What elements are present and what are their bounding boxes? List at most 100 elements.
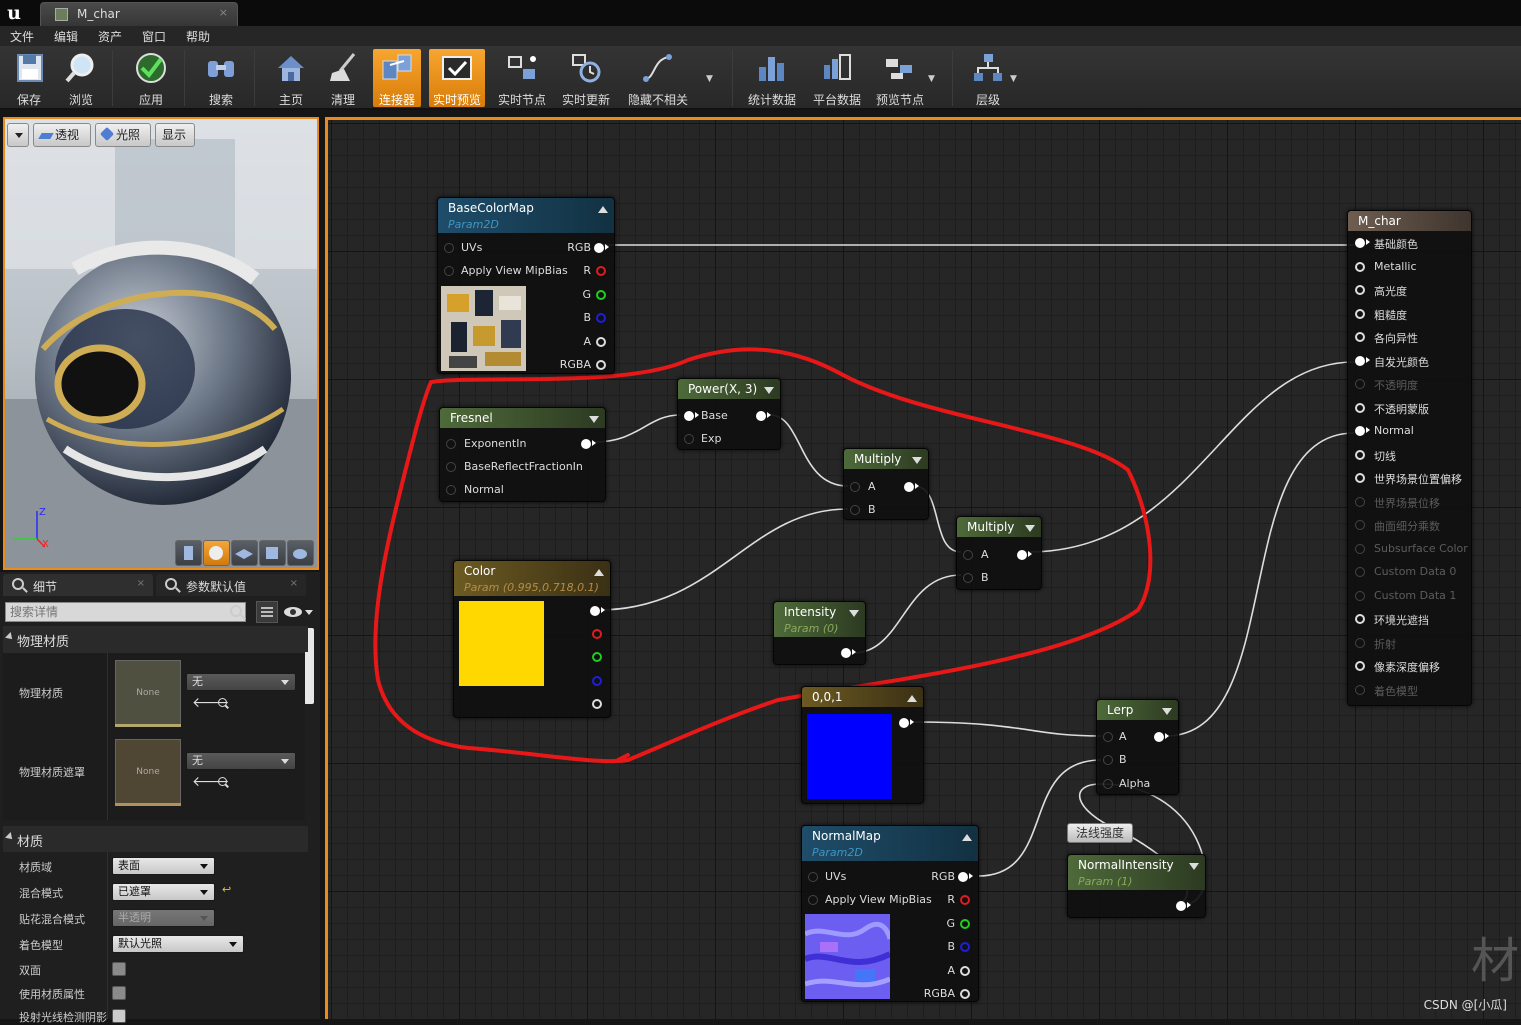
phys-mat-thumbnail[interactable]: None [115, 660, 181, 726]
preview-viewport[interactable]: Z X 透视 光照 显示 [3, 117, 319, 570]
pin-normal[interactable] [446, 485, 456, 495]
pin-b[interactable] [1103, 755, 1113, 765]
live-update-button[interactable]: 实时更新 [558, 49, 614, 107]
collapse-icon[interactable] [764, 387, 774, 394]
result-pin[interactable] [1355, 308, 1365, 319]
search-button[interactable]: 搜索 [198, 49, 244, 107]
node-color-param[interactable]: Color Param (0.995,0.718,0.1) [453, 560, 611, 718]
collapse-icon[interactable] [594, 569, 604, 576]
details-search-input[interactable] [6, 603, 221, 621]
pin-constant-out[interactable] [899, 718, 914, 728]
result-pin[interactable] [1355, 543, 1365, 554]
pin-a-out[interactable] [596, 337, 606, 347]
pin-alpha[interactable] [1103, 779, 1113, 789]
result-pin[interactable] [1355, 261, 1365, 272]
result-pin[interactable] [1355, 684, 1365, 695]
pin-b-out[interactable] [596, 313, 606, 323]
preview-options-dropdown[interactable]: ▼ [928, 74, 935, 84]
node-material-result[interactable]: M_char 基础颜色 Metallic 高光度 粗糙度 各向异性 自发光颜色 不透明度 不透… [1347, 210, 1472, 706]
node-power[interactable]: Power(X, 3) Base Exp [677, 378, 781, 450]
pin-multiply1-out[interactable] [904, 482, 919, 492]
tab-param-defaults[interactable]: 参数默认值 × [156, 574, 306, 596]
preview-cube-button[interactable] [259, 540, 286, 566]
platform-stats-button[interactable]: 平台数据 [810, 49, 864, 107]
result-pin[interactable] [1355, 661, 1365, 671]
result-pin[interactable] [1355, 402, 1365, 413]
pin-r-out[interactable] [592, 629, 602, 639]
hierarchy-button[interactable]: 层级 [966, 49, 1010, 107]
pin-rgb-out[interactable] [594, 243, 609, 253]
result-pin[interactable] [1355, 567, 1365, 577]
preview-custom-mesh-button[interactable] [287, 540, 314, 566]
perspective-button[interactable]: 透视 [33, 123, 91, 147]
result-pin[interactable] [1355, 449, 1365, 460]
apply-button[interactable]: 应用 [128, 49, 174, 107]
pin-color-out[interactable] [590, 606, 605, 616]
pin-rgba-out[interactable] [596, 360, 606, 370]
pin-g-out[interactable] [596, 290, 606, 300]
menu-edit[interactable]: 编辑 [54, 28, 78, 45]
ray-traced-shadows-checkbox[interactable] [112, 1009, 126, 1023]
close-icon[interactable]: × [290, 578, 298, 589]
browse-asset-icon[interactable] [218, 698, 227, 707]
pin-r-out[interactable] [960, 895, 970, 905]
lit-button[interactable]: 光照 [95, 123, 151, 147]
result-pin[interactable] [1355, 355, 1370, 366]
collapse-icon[interactable] [1162, 708, 1172, 715]
pin-a[interactable] [1103, 732, 1113, 742]
collapse-icon[interactable] [849, 610, 859, 617]
pin-power-out[interactable] [756, 411, 771, 421]
tab-close-icon[interactable]: × [219, 6, 228, 19]
pin-basereflect[interactable] [446, 462, 456, 472]
show-button[interactable]: 显示 [155, 123, 195, 147]
menu-window[interactable]: 窗口 [142, 28, 166, 45]
pin-fresnel-out[interactable] [581, 439, 596, 449]
result-pin[interactable] [1355, 473, 1365, 483]
result-pin[interactable] [1355, 379, 1365, 389]
material-domain-dropdown[interactable]: 表面 [112, 857, 215, 875]
node-constant-001[interactable]: 0,0,1 [801, 686, 924, 804]
menu-file[interactable]: 文件 [10, 28, 34, 45]
preview-plane-button[interactable] [231, 540, 258, 566]
node-basecolormap[interactable]: BaseColorMap Param2D UVs Apply View MipB… [437, 197, 615, 374]
node-multiply-1[interactable]: Multiply A B [843, 448, 929, 520]
result-pin[interactable] [1355, 285, 1365, 295]
pin-exponent[interactable] [446, 439, 456, 449]
pin-normalintensity-out[interactable] [1176, 901, 1191, 911]
preview-sphere-button[interactable] [203, 540, 230, 566]
collapse-icon[interactable] [912, 457, 922, 464]
shading-model-dropdown[interactable]: 默认光照 [112, 935, 244, 953]
menu-asset[interactable]: 资产 [98, 28, 122, 45]
collapse-icon[interactable] [1189, 863, 1199, 870]
result-pin[interactable] [1355, 590, 1365, 601]
live-preview-button[interactable]: 实时预览 [429, 49, 485, 107]
pin-uvs[interactable] [808, 872, 818, 882]
hide-unrelated-button[interactable]: 隐藏不相关 [624, 49, 692, 107]
visibility-filter-button[interactable] [283, 603, 315, 621]
save-button[interactable]: 保存 [6, 49, 52, 107]
pin-b-out[interactable] [592, 676, 602, 686]
node-normalintensity-param[interactable]: NormalIntensity Param (1) [1067, 854, 1206, 918]
browse-button[interactable]: 浏览 [58, 49, 104, 107]
two-sided-checkbox[interactable] [112, 962, 126, 976]
phys-mask-dropdown[interactable]: 无 [186, 752, 296, 770]
collapse-icon[interactable] [962, 834, 972, 841]
pin-uvs[interactable] [444, 243, 454, 253]
pin-b-out[interactable] [960, 942, 970, 952]
pin-g-out[interactable] [960, 919, 970, 929]
phys-mat-dropdown[interactable]: 无 [186, 673, 296, 691]
result-pin[interactable] [1355, 426, 1370, 436]
document-tab[interactable]: M_char × [40, 2, 238, 26]
clean-button[interactable]: 清理 [320, 49, 366, 107]
use-material-attributes-checkbox[interactable] [112, 986, 126, 1000]
more-options-dropdown[interactable]: ▼ [706, 74, 713, 84]
collapse-icon[interactable] [598, 206, 608, 213]
result-pin[interactable] [1355, 238, 1370, 248]
section-material[interactable]: 材质 [3, 826, 308, 852]
pin-b[interactable] [963, 573, 973, 583]
pin-intensity-out[interactable] [841, 648, 856, 658]
node-multiply-2[interactable]: Multiply A B [956, 516, 1042, 590]
pin-r-out[interactable] [596, 266, 606, 276]
pin-g-out[interactable] [592, 652, 602, 662]
phys-mask-thumbnail[interactable]: None [115, 739, 181, 805]
